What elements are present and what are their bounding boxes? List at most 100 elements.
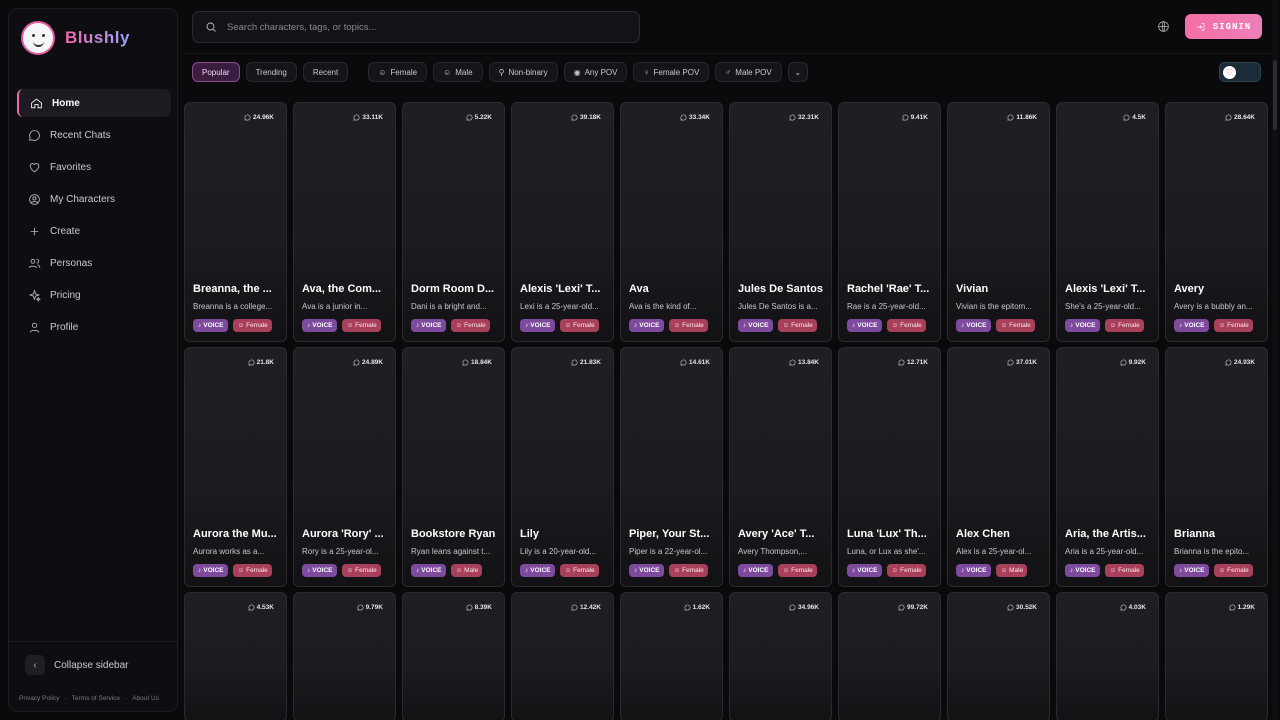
character-tags: ♪ VOICE ☺ Female xyxy=(1174,564,1253,577)
character-card[interactable]: 37.01K Alex Chen Alex is a 25-year-ol... ♪ V… xyxy=(947,347,1050,587)
privacy-policy-link[interactable]: Privacy Policy xyxy=(19,695,59,702)
plus-icon xyxy=(30,227,39,235)
sidebar-item-favorites[interactable]: Favorites xyxy=(17,153,171,181)
character-card[interactable]: 33.11K Ava, the Com... Ava is a junior in.… xyxy=(293,102,396,342)
chat-count-value: 13.84K xyxy=(798,359,819,366)
character-tags: ♪ VOICE ☺ Female xyxy=(847,319,926,332)
sort-recent-button[interactable]: Recent xyxy=(302,62,349,82)
character-card[interactable]: 4.03K xyxy=(1056,592,1159,720)
gender-badge: ☺ Female xyxy=(996,319,1035,332)
nonbinary-icon: ⚲ xyxy=(498,67,505,77)
language-button[interactable] xyxy=(1157,20,1170,33)
character-card[interactable]: 9.41K Rachel 'Rae' T... Rae is a 25-year-o… xyxy=(838,102,941,342)
chat-bubble-icon xyxy=(1229,604,1235,611)
character-card[interactable]: 21.8K Aurora the Mu... Aurora works as a..… xyxy=(184,347,287,587)
app-root: Blushly Home Recent Chats Favorites My C… xyxy=(0,0,1280,720)
face-icon: ☺ xyxy=(1109,322,1117,329)
character-card[interactable]: 24.93K Brianna Brianna is the epito... ♪ VOI… xyxy=(1165,347,1268,587)
character-card[interactable]: 32.31K Jules De Santos Jules De Santos is … xyxy=(729,102,832,342)
filter-female-button[interactable]: ☺ Female xyxy=(368,62,428,82)
sidebar-item-my-characters[interactable]: My Characters xyxy=(17,185,171,213)
character-card[interactable]: 14.61K Piper, Your St... Piper is a 22-yea… xyxy=(620,347,723,587)
sidebar-item-recent-chats[interactable]: Recent Chats xyxy=(17,121,171,149)
gender-badge-label: Female xyxy=(1227,322,1249,329)
gender-badge-label: Female xyxy=(682,567,704,574)
search-bar[interactable] xyxy=(192,11,640,43)
chat-count: 1.29K xyxy=(1229,604,1255,611)
mic-icon: ♪ xyxy=(525,322,529,329)
character-card[interactable]: 5.22K Dorm Room D... Dani is a bright and.… xyxy=(402,102,505,342)
sort-trending-button[interactable]: Trending xyxy=(245,62,297,82)
character-card[interactable]: 4.5K Alexis 'Lexi' T... She's a 25-year-ol… xyxy=(1056,102,1159,342)
character-card[interactable]: 24.89K Aurora 'Rory' ... Rory is a 25-year… xyxy=(293,347,396,587)
filter-male-pov-button[interactable]: ♂ Male POV xyxy=(715,62,782,82)
character-name: Brianna xyxy=(1174,528,1215,540)
character-card[interactable]: 4.53K xyxy=(184,592,287,720)
character-card[interactable]: 12.71K Luna 'Lux' Th... Luna, or Lux as sh… xyxy=(838,347,941,587)
chat-count: 13.84K xyxy=(789,359,819,366)
character-card[interactable]: 39.18K Alexis 'Lexi' T... Lexi is a 25-yea… xyxy=(511,102,614,342)
character-name: Breanna, the ... xyxy=(193,283,272,295)
face-icon: ☺ xyxy=(782,567,790,574)
female-symbol-icon: ♀ xyxy=(643,67,650,77)
character-card[interactable]: 18.84K Bookstore Ryan Ryan leans against t… xyxy=(402,347,505,587)
sidebar-item-pricing[interactable]: Pricing xyxy=(17,281,171,309)
character-card[interactable]: 8.39K xyxy=(402,592,505,720)
gender-badge-label: Female xyxy=(355,322,377,329)
gender-badge-label: Female xyxy=(573,567,595,574)
character-name: Jules De Santos xyxy=(738,283,823,295)
mic-icon: ♪ xyxy=(852,567,856,574)
about-us-link[interactable]: About Us xyxy=(132,695,159,702)
chat-bubble-icon xyxy=(1007,114,1014,121)
filter-nonbinary-button[interactable]: ⚲ Non-binary xyxy=(488,62,558,82)
filter-female-pov-button[interactable]: ♀ Female POV xyxy=(633,62,710,82)
search-input[interactable] xyxy=(227,21,607,33)
scrollbar-thumb[interactable] xyxy=(1273,60,1277,130)
character-description: Rae is a 25-year-old... xyxy=(847,302,926,311)
character-tags: ♪ VOICE ☺ Male xyxy=(411,564,483,577)
character-card[interactable]: 34.96K xyxy=(729,592,832,720)
filter-any-pov-button[interactable]: ◉ Any POV xyxy=(563,62,628,82)
character-card[interactable]: 12.42K xyxy=(511,592,614,720)
character-name: Vivian xyxy=(956,283,989,295)
character-card[interactable]: 24.96K Breanna, the ... Breanna is a colle… xyxy=(184,102,287,342)
collapse-sidebar-button[interactable]: ‹ Collapse sidebar xyxy=(25,655,129,675)
sidebar-item-home[interactable]: Home xyxy=(17,89,171,117)
sort-popular-button[interactable]: Popular xyxy=(192,62,240,82)
terms-of-service-link[interactable]: Terms of Service xyxy=(72,695,120,702)
character-description: Lexi is a 25-year-old... xyxy=(520,302,599,311)
voice-badge-label: VOICE xyxy=(857,322,878,329)
character-card[interactable]: 9.79K xyxy=(293,592,396,720)
gender-badge-label: Female xyxy=(464,322,486,329)
chat-count-value: 1.62K xyxy=(692,604,710,611)
character-card[interactable]: 99.72K xyxy=(838,592,941,720)
chat-count: 4.03K xyxy=(1120,604,1146,611)
character-card[interactable]: 33.34K Ava Ava is the kind of... ♪ VOICE ☺ Fem… xyxy=(620,102,723,342)
chip-label: Non-binary xyxy=(508,67,548,77)
character-card[interactable]: 1.62K xyxy=(620,592,723,720)
character-card[interactable]: 21.83K Lily Lily is a 20-year-old... ♪ VOICE… xyxy=(511,347,614,587)
chat-count: 99.72K xyxy=(898,604,928,611)
mic-icon: ♪ xyxy=(307,567,311,574)
character-tags: ♪ VOICE ☺ Female xyxy=(1065,564,1144,577)
sidebar-item-personas[interactable]: Personas xyxy=(17,249,171,277)
more-filters-dropdown[interactable]: ⌄ xyxy=(787,62,808,82)
favorites-toggle[interactable]: ♡ xyxy=(1219,62,1261,82)
signin-button[interactable]: SIGNIN xyxy=(1185,14,1262,39)
chip-label: Trending xyxy=(255,67,287,77)
logo[interactable]: Blushly xyxy=(21,21,130,55)
character-card[interactable]: 1.29K xyxy=(1165,592,1268,720)
voice-badge-label: VOICE xyxy=(639,322,660,329)
mic-icon: ♪ xyxy=(634,322,638,329)
sidebar-item-create[interactable]: Create xyxy=(17,217,171,245)
character-card[interactable]: 9.92K Aria, the Artis... Aria is a 25-year… xyxy=(1056,347,1159,587)
sidebar-item-profile[interactable]: Profile xyxy=(17,313,171,341)
chat-count-value: 9.92K xyxy=(1128,359,1146,366)
character-card[interactable]: 11.86K Vivian Vivian is the epitom... ♪ VOIC… xyxy=(947,102,1050,342)
character-card[interactable]: 28.64K Avery Avery is a bubbly an... ♪ VOICE… xyxy=(1165,102,1268,342)
filter-male-button[interactable]: ☺ Male xyxy=(433,62,483,82)
voice-badge-label: VOICE xyxy=(966,567,987,574)
mic-icon: ♪ xyxy=(852,322,856,329)
character-card[interactable]: 30.52K xyxy=(947,592,1050,720)
character-card[interactable]: 13.84K Avery 'Ace' T... Avery Thompson,...… xyxy=(729,347,832,587)
